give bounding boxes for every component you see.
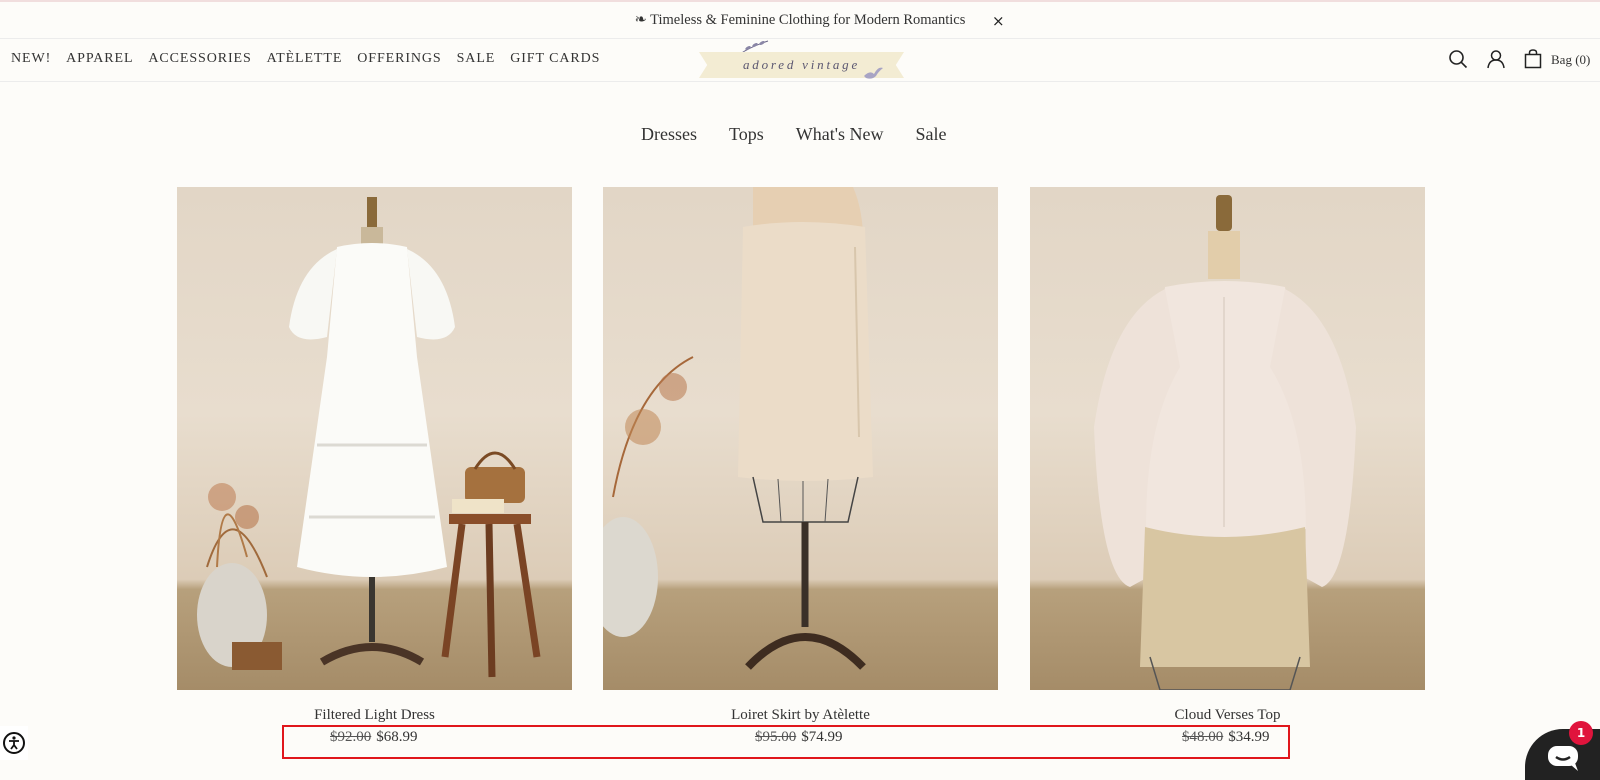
main-nav: NEW! APPAREL ACCESSORIES ATÈLETTE OFFERI… [11,51,600,67]
nav-item-accessories[interactable]: ACCESSORIES [148,51,251,67]
product-image-blouse[interactable] [1030,187,1425,690]
category-tops[interactable]: Tops [729,124,764,145]
search-icon[interactable] [1448,49,1468,69]
bag-icon[interactable] [1524,49,1542,69]
product-image-dress[interactable] [177,187,572,690]
category-whats-new[interactable]: What's New [796,124,884,145]
category-nav: Dresses Tops What's New Sale [641,124,946,145]
category-dresses[interactable]: Dresses [641,124,697,145]
announcement-bar: ❧ Timeless & Feminine Clothing for Moder… [0,0,1600,39]
announcement-text: ❧ Timeless & Feminine Clothing for Moder… [634,11,966,28]
site-header: NEW! APPAREL ACCESSORIES ATÈLETTE OFFERI… [0,39,1600,82]
category-sale[interactable]: Sale [915,124,946,145]
product-name-dress[interactable]: Filtered Light Dress [177,707,572,724]
logo-bird-icon [864,67,883,79]
nav-item-gift-cards[interactable]: GIFT CARDS [510,51,600,67]
product-image-skirt[interactable] [603,187,998,690]
highlight-box [282,725,1290,759]
nav-item-offerings[interactable]: OFFERINGS [357,51,441,67]
nav-item-new[interactable]: NEW! [11,51,51,67]
nav-item-apparel[interactable]: APPAREL [66,51,133,67]
chat-notification-badge: 1 [1569,721,1593,745]
logo-text: adored vintage [742,57,861,72]
nav-item-atelette[interactable]: ATÈLETTE [267,51,343,67]
accessibility-button[interactable] [0,726,28,760]
product-name-blouse[interactable]: Cloud Verses Top [1030,707,1425,724]
product-name-skirt[interactable]: Loiret Skirt by Atèlette [603,707,998,724]
accessibility-icon [3,732,25,754]
nav-item-sale[interactable]: SALE [457,51,496,67]
account-icon[interactable] [1486,49,1506,69]
bag-label[interactable]: Bag (0) [1551,52,1590,68]
chat-bubble-icon [1548,746,1578,771]
close-icon[interactable]: × [992,12,1005,30]
